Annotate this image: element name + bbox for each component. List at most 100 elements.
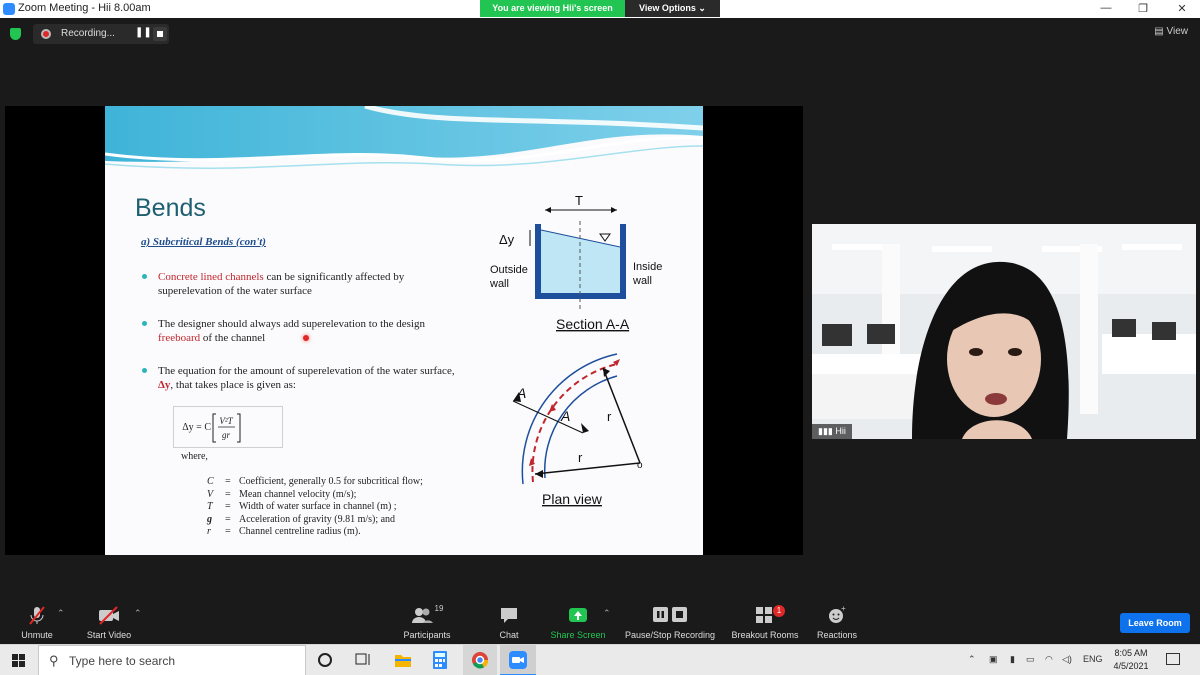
chat-button[interactable]: Chat xyxy=(493,604,525,640)
participant-video-frame xyxy=(812,224,1196,439)
cortana-icon[interactable] xyxy=(318,653,332,667)
tray-clock[interactable]: 8:05 AM 4/5/2021 xyxy=(1106,647,1156,673)
tray-device-icon[interactable]: ▣ xyxy=(989,654,998,665)
equation: Δy = C V²T gr xyxy=(173,406,283,448)
zoom-taskbar-item[interactable] xyxy=(500,645,536,675)
participant-name-tag: ▮▮▮ Hii xyxy=(812,424,852,439)
stop-recording-button[interactable] xyxy=(153,27,167,41)
pause-recording-button[interactable]: ❚❚ xyxy=(135,27,152,38)
variable-row: g = Acceleration of gravity (9.81 m/s); an… xyxy=(207,514,395,525)
chrome-icon xyxy=(472,652,489,669)
participant-video[interactable]: ▮▮▮ Hii xyxy=(812,224,1196,439)
encryption-shield-icon[interactable] xyxy=(10,28,21,40)
variable-row: T = Width of water surface in channel (m) … xyxy=(207,501,397,512)
calculator-icon[interactable] xyxy=(433,651,447,674)
minimize-button[interactable]: — xyxy=(1096,2,1116,14)
variable-symbol: C xyxy=(207,476,214,487)
pause-stop-recording-button[interactable]: Pause/Stop Recording xyxy=(622,604,718,640)
section-a-label: A xyxy=(560,408,570,424)
bullet-point: The equation for the amount of superelev… xyxy=(142,364,462,392)
participants-button[interactable]: 19 Participants xyxy=(398,604,456,640)
slide-title: Bends xyxy=(135,194,206,222)
tray-wifi-icon[interactable]: ◠ xyxy=(1045,654,1053,665)
bend-diagram: T Δy Outside wall Inside wall Section A-… xyxy=(489,193,662,507)
bullet-dot-icon xyxy=(142,274,147,279)
highlight-text: Δy xyxy=(158,379,171,391)
tray-mic-icon[interactable]: ▮ xyxy=(1010,654,1015,665)
taskbar-search-input[interactable]: ⚲ Type here to search xyxy=(38,645,306,675)
variable-equals: = xyxy=(225,514,231,525)
close-button[interactable]: ✕ xyxy=(1172,2,1192,15)
presentation-slide: Bends a) Subcritical Bends (con't) Concr… xyxy=(105,106,703,555)
inside-wall-label: Inside xyxy=(633,261,662,273)
view-button[interactable]: ▤ View xyxy=(1154,26,1188,37)
tray-language[interactable]: ENG xyxy=(1083,654,1103,664)
participants-icon: 19 xyxy=(398,604,456,626)
breakout-rooms-label: Breakout Rooms xyxy=(731,630,799,640)
bullet-text: of the channel xyxy=(200,332,266,344)
variable-equals: = xyxy=(225,501,231,512)
bullet-text: The designer should always add superelev… xyxy=(158,318,425,330)
chevron-up-icon[interactable]: ⌃ xyxy=(134,608,142,619)
variable-description: Width of water surface in channel (m) ; xyxy=(239,501,397,512)
tray-volume-icon[interactable]: ◁) xyxy=(1062,654,1072,665)
unmute-label: Unmute xyxy=(21,630,53,640)
chrome-taskbar-item[interactable] xyxy=(463,645,497,675)
video-off-icon xyxy=(82,604,136,626)
breakout-rooms-button[interactable]: 1 Breakout Rooms xyxy=(729,604,801,640)
outside-wall-label: Outside xyxy=(490,264,528,276)
search-placeholder: Type here to search xyxy=(69,654,176,668)
variable-row: r = Channel centreline radius (m). xyxy=(207,526,361,537)
breakout-rooms-icon: 1 xyxy=(729,604,801,626)
radius-label: r xyxy=(607,409,612,424)
notifications-icon[interactable] xyxy=(1166,653,1180,665)
reactions-button[interactable]: + Reactions xyxy=(814,604,860,640)
participants-label: Participants xyxy=(403,630,451,640)
view-options-label: View Options xyxy=(639,3,696,13)
variable-description: Channel centreline radius (m). xyxy=(239,526,361,537)
variable-symbol: V xyxy=(207,489,214,500)
variable-symbol: T xyxy=(207,501,213,512)
variable-equals: = xyxy=(225,526,231,537)
outside-wall-label: wall xyxy=(489,278,509,290)
windows-start-icon[interactable] xyxy=(12,654,25,672)
bullet-dot-icon xyxy=(142,321,147,326)
start-video-label: Start Video xyxy=(86,630,132,640)
variable-row: C = Coefficient, generally 0.5 for subcrit… xyxy=(207,476,423,487)
tray-chevron-up-icon[interactable]: ⌃ xyxy=(968,654,976,665)
highlight-text: Concrete lined channels xyxy=(158,271,264,283)
chevron-up-icon[interactable]: ⌃ xyxy=(57,608,65,619)
reactions-icon: + xyxy=(814,604,860,626)
task-view-icon[interactable] xyxy=(355,653,371,672)
where-label: where, xyxy=(181,451,208,462)
equation-box: Δy = C V²T gr xyxy=(173,406,283,448)
slide-subtitle: a) Subcritical Bends (con't) xyxy=(141,236,266,248)
chevron-up-icon[interactable]: ⌃ xyxy=(603,608,611,619)
restore-button[interactable]: ❐ xyxy=(1133,2,1153,15)
variable-description: Acceleration of gravity (9.81 m/s); and xyxy=(239,514,396,525)
view-options-button[interactable]: View Options ⌄ xyxy=(625,0,720,17)
viewing-screen-banner: You are viewing Hii's screen xyxy=(480,0,625,17)
unmute-button[interactable]: Unmute xyxy=(14,604,60,640)
breakout-badge: 1 xyxy=(773,605,785,617)
bullet-text: , that takes place is given as: xyxy=(170,379,296,391)
recording-indicator: Recording... ❚❚ xyxy=(33,24,169,44)
zoom-icon xyxy=(509,651,527,669)
equation-denominator: gr xyxy=(222,430,231,440)
variable-equals: = xyxy=(225,476,231,487)
chat-icon xyxy=(493,604,525,626)
shared-screen: Bends a) Subcritical Bends (con't) Concr… xyxy=(5,106,803,555)
file-explorer-icon[interactable] xyxy=(394,652,412,673)
participants-count: 19 xyxy=(434,604,444,613)
pause-stop-icon xyxy=(622,604,718,626)
muted-mic-icon xyxy=(14,604,60,626)
start-video-button[interactable]: Start Video xyxy=(82,604,136,640)
share-screen-button[interactable]: Share Screen xyxy=(548,604,608,640)
stop-icon xyxy=(157,31,163,37)
tray-battery-icon[interactable]: ▭ xyxy=(1026,654,1035,665)
title-bar: Zoom Meeting - Hii 8.00am You are viewin… xyxy=(0,0,1200,18)
leave-room-button[interactable]: Leave Room xyxy=(1120,613,1190,633)
variable-equals: = xyxy=(225,489,231,500)
radius-label: r xyxy=(578,450,583,465)
t-label: T xyxy=(575,193,583,208)
